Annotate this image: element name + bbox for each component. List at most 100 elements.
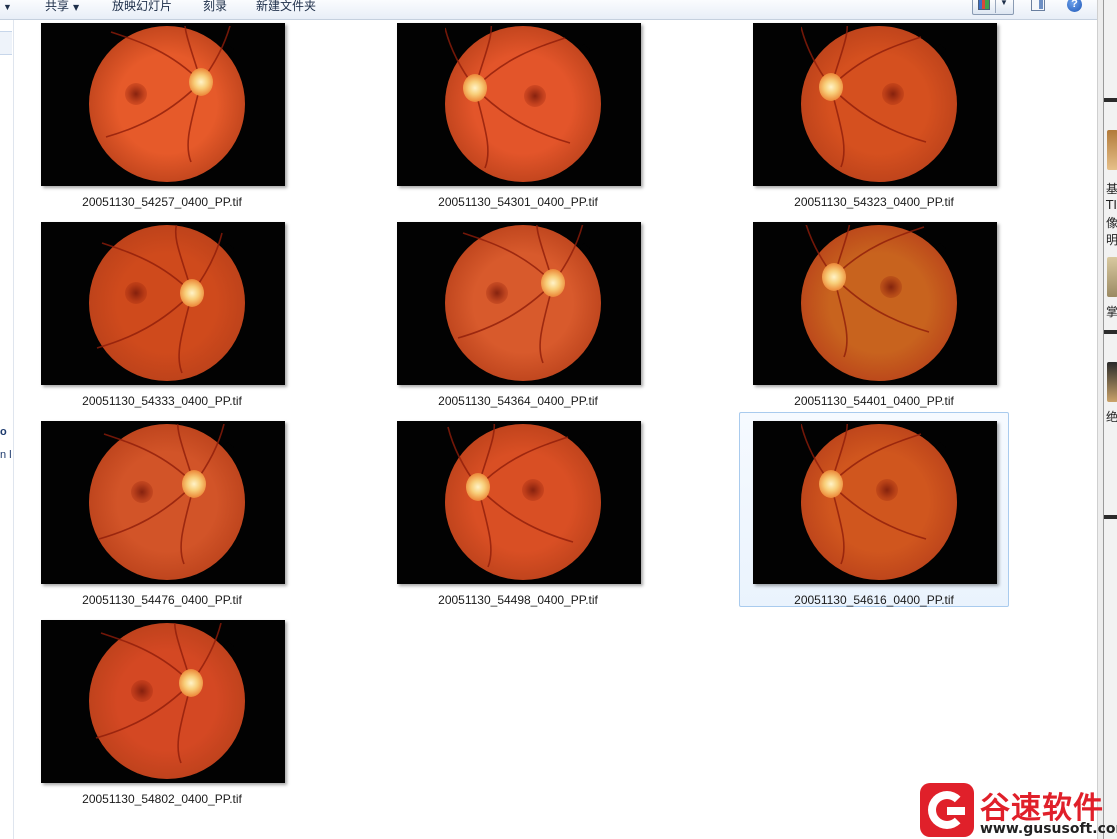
retina-image <box>445 424 601 580</box>
image-thumbnail <box>41 23 285 186</box>
file-grid: 20051130_54257_0400_PP.tif 20051130_54301… <box>13 20 1097 839</box>
retina-optic-disc <box>466 473 490 501</box>
retina-vessels <box>105 26 231 163</box>
edge-band <box>1104 515 1117 519</box>
retina-macula <box>522 479 544 501</box>
edge-band <box>1104 98 1117 102</box>
view-dropdown-icon[interactable]: ▼ <box>1000 0 1008 7</box>
retina-image <box>445 225 601 381</box>
image-thumbnail <box>397 222 641 385</box>
view-thumbnails-icon <box>978 0 990 10</box>
file-name-label: 20051130_54364_0400_PP.tif <box>438 394 598 408</box>
retina-optic-disc <box>179 669 203 697</box>
edge-text-3: 像 <box>1106 216 1117 230</box>
file-tile[interactable]: 20051130_54498_0400_PP.tif <box>383 412 653 607</box>
retina-optic-disc <box>182 470 206 498</box>
retina-vessels <box>445 26 571 169</box>
file-name-label: 20051130_54323_0400_PP.tif <box>794 195 954 209</box>
image-thumbnail <box>397 421 641 584</box>
retina-vessels <box>805 225 930 358</box>
file-tile[interactable]: 20051130_54257_0400_PP.tif <box>27 14 297 209</box>
file-name-label: 20051130_54301_0400_PP.tif <box>438 195 598 209</box>
retina-image <box>801 225 957 381</box>
image-thumbnail <box>753 421 997 584</box>
image-thumbnail <box>397 23 641 186</box>
help-symbol: ? <box>1071 0 1078 10</box>
edge-thumbnail <box>1107 362 1117 402</box>
retina-optic-disc <box>819 470 843 498</box>
file-tile[interactable]: 20051130_54323_0400_PP.tif <box>739 14 1009 209</box>
retina-macula <box>486 282 508 304</box>
file-name-label: 20051130_54401_0400_PP.tif <box>794 394 954 408</box>
retina-optic-disc <box>541 269 565 297</box>
retina-macula <box>125 282 147 304</box>
retina-image <box>89 26 245 182</box>
file-name-label: 20051130_54257_0400_PP.tif <box>82 195 242 209</box>
retina-vessels <box>801 26 927 168</box>
retina-vessel <box>96 292 193 349</box>
retina-vessel <box>830 86 927 143</box>
retina-macula <box>524 85 546 107</box>
retina-vessels <box>95 623 222 764</box>
new-folder-label: 新建文件夹 <box>256 0 317 13</box>
retina-image <box>801 26 957 182</box>
file-tile[interactable]: 20051130_54301_0400_PP.tif <box>383 14 653 209</box>
preview-pane-icon[interactable] <box>1031 0 1045 11</box>
image-thumbnail <box>41 421 285 584</box>
file-name-label: 20051130_54802_0400_PP.tif <box>82 792 242 806</box>
retina-vessel <box>474 87 571 144</box>
nav-fragment-1: o <box>0 426 7 438</box>
retina-vessel <box>105 81 202 138</box>
image-thumbnail <box>753 222 997 385</box>
retina-image <box>89 623 245 779</box>
retina-macula <box>131 680 153 702</box>
nav-selected-item[interactable] <box>0 31 12 55</box>
retina-vessels <box>447 424 574 568</box>
retina-optic-disc <box>180 279 204 307</box>
explorer-window: ▼ 共享 ▼ 放映幻灯片 刻录 新建文件夹 ▼ ? o n l 20051130_… <box>0 0 1117 839</box>
retina-vessels <box>98 424 225 565</box>
image-thumbnail <box>41 222 285 385</box>
retina-macula <box>125 83 147 105</box>
watermark-url: www.gususoft.com <box>980 821 1117 837</box>
retina-optic-disc <box>822 263 846 291</box>
file-tile[interactable]: 20051130_54401_0400_PP.tif <box>739 213 1009 408</box>
retina-image <box>801 424 957 580</box>
image-thumbnail <box>753 23 997 186</box>
file-tile[interactable]: 20051130_54333_0400_PP.tif <box>27 213 297 408</box>
file-name-label: 20051130_54333_0400_PP.tif <box>82 394 242 408</box>
edge-text-1: 基 <box>1106 182 1117 196</box>
file-tile[interactable]: 20051130_54616_0400_PP.tif <box>739 412 1009 607</box>
file-name-label: 20051130_54616_0400_PP.tif <box>794 593 954 607</box>
toolbar-dropdown-arrow-icon[interactable]: ▼ <box>3 2 12 12</box>
chevron-down-icon: ▼ <box>73 3 80 12</box>
retina-optic-disc <box>463 74 487 102</box>
file-name-label: 20051130_54476_0400_PP.tif <box>82 593 242 607</box>
edge-thumbnail <box>1107 257 1117 297</box>
help-icon[interactable]: ? <box>1067 0 1082 12</box>
retina-image <box>89 225 245 381</box>
change-view-button[interactable]: ▼ <box>972 0 1014 15</box>
retina-optic-disc <box>819 73 843 101</box>
file-tile[interactable]: 20051130_54476_0400_PP.tif <box>27 412 297 607</box>
retina-vessels <box>96 225 223 374</box>
background-window-edge: 基 TI 像 明 掌 绝 <box>1103 0 1117 839</box>
retina-macula <box>876 479 898 501</box>
slideshow-label: 放映幻灯片 <box>112 0 173 13</box>
share-menu-label: 共享 <box>45 0 70 13</box>
edge-text-6: 绝 <box>1106 410 1117 424</box>
logo-g-bar <box>947 807 965 815</box>
file-tile[interactable]: 20051130_54802_0400_PP.tif <box>27 611 297 806</box>
retina-macula <box>882 83 904 105</box>
edge-band <box>1104 330 1117 334</box>
gususoft-logo-icon <box>920 783 974 837</box>
retina-image <box>445 26 601 182</box>
retina-vessels <box>801 424 927 565</box>
nav-fragment-2: n l <box>0 449 12 461</box>
retina-image <box>89 424 245 580</box>
file-name-label: 20051130_54498_0400_PP.tif <box>438 593 598 607</box>
retina-macula <box>131 481 153 503</box>
retina-macula <box>880 276 902 298</box>
file-tile[interactable]: 20051130_54364_0400_PP.tif <box>383 213 653 408</box>
edge-thumbnail <box>1107 130 1117 170</box>
